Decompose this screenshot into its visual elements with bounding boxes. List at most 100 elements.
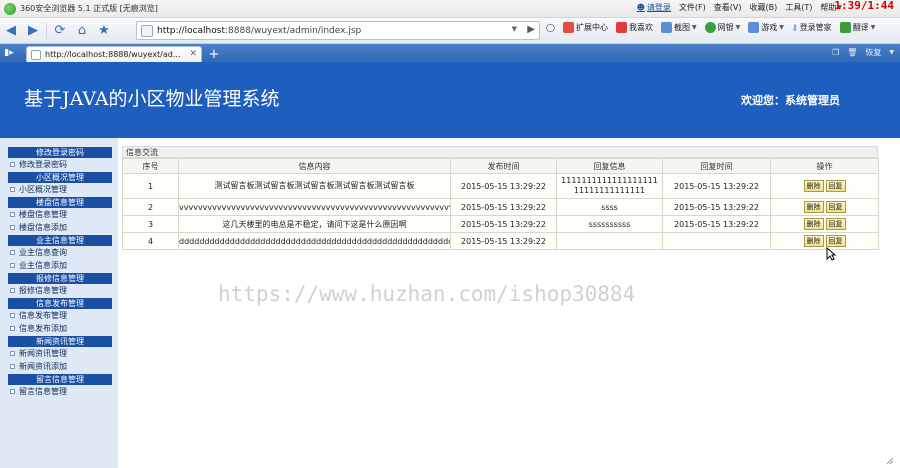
menu-file-label: 文件(F) <box>678 3 706 12</box>
address-text: http://localhost:8888/wuyext/admin/index… <box>157 26 361 36</box>
sidebar-group-title[interactable]: 新闻资讯管理 <box>8 336 112 347</box>
sidebar-item-buildings-manage[interactable]: 楼盘信息管理 <box>8 208 112 221</box>
cell-actions: 删除 回复 <box>770 173 879 199</box>
browser-menu: ☻ 请登录 文件(F) 查看(V) 收藏(B) 工具(T) 帮助 ▼ <box>637 2 842 13</box>
delete-button[interactable]: 删除 <box>803 235 824 247</box>
delete-button[interactable]: 删除 <box>803 201 824 213</box>
home-icon: ⌂ <box>77 23 87 38</box>
restore-label[interactable]: 恢复 <box>865 47 881 58</box>
chevron-down-icon[interactable]: ▼ <box>889 49 894 56</box>
translate-icon <box>839 22 851 33</box>
sidebar-item-label: 楼盘信息管理 <box>19 210 67 219</box>
screenshot-button[interactable]: 截图 ▼ <box>660 22 697 33</box>
menu-tools-label: 工具(T) <box>785 3 813 12</box>
sidebar-item-label: 报修信息管理 <box>19 286 67 295</box>
sidebar-item-notices-manage[interactable]: 信息发布管理 <box>8 309 112 322</box>
reply-button[interactable]: 回复 <box>825 180 846 192</box>
panel-title: 信息交流 <box>122 146 878 158</box>
reply-button[interactable]: 回复 <box>825 218 846 230</box>
sidebar-item-change-password[interactable]: 修改登录密码 <box>8 158 112 171</box>
menu-favorites[interactable]: 收藏(B) <box>750 2 778 13</box>
sidebar-item-notices-add[interactable]: 信息发布添加 <box>8 322 112 335</box>
restore-window-icon[interactable]: ❐ <box>832 48 839 57</box>
menu-view[interactable]: 查看(V) <box>714 2 742 13</box>
address-dropdown-icon[interactable]: ▼ <box>512 25 517 33</box>
page-icon <box>141 24 153 37</box>
sidebar-toggle-button[interactable]: ▮▸ <box>0 44 18 62</box>
cell-reply: ssssssssss <box>556 215 663 233</box>
sidebar-group-title[interactable]: 信息发布管理 <box>8 298 112 309</box>
scissors-icon <box>660 22 672 33</box>
heart-icon <box>615 22 627 33</box>
extensions-button[interactable]: 扩展中心 <box>562 22 608 33</box>
sidebar-group-title[interactable]: 留言信息管理 <box>8 374 112 385</box>
trash-icon[interactable]: 🗑 <box>847 48 857 57</box>
globe-icon <box>704 22 716 33</box>
address-bar[interactable]: http://localhost:8888/wuyext/admin/index… <box>136 21 540 40</box>
delete-button[interactable]: 删除 <box>803 218 824 230</box>
translate-button[interactable]: 翻译 ▼ <box>839 22 875 33</box>
web-page: 基于JAVA的小区物业管理系统 欢迎您：系统管理员 修改登录密码 修改登录密码 … <box>0 62 900 468</box>
cell-reply-time <box>662 232 771 250</box>
close-icon[interactable]: ✕ <box>189 49 197 59</box>
watermark-text: https://www.huzhan.com/ishop30884 <box>218 282 636 306</box>
sidebar-group-community: 小区概况管理 小区概况管理 <box>8 172 112 196</box>
games-label: 游戏 <box>761 23 778 32</box>
reply-button[interactable]: 回复 <box>825 201 846 213</box>
login-manager-button[interactable]: ⚷ 登录管家 <box>792 22 832 33</box>
sidebar-group-title[interactable]: 楼盘信息管理 <box>8 197 112 208</box>
sidebar-item-owners-query[interactable]: 业主信息查询 <box>8 246 112 259</box>
refresh-button[interactable]: ⟳ <box>49 21 71 41</box>
nav-divider <box>46 22 47 39</box>
forward-button[interactable]: ▶ <box>22 21 44 41</box>
sidebar-item-label: 业主信息查询 <box>19 248 67 257</box>
go-icon[interactable]: ▶ <box>527 24 535 35</box>
table-row: 1 测试留言板测试留言板测试留言板测试留言板测试留言板 2015-05-15 1… <box>122 173 879 199</box>
cell-reply-time: 2015-05-15 13:29:22 <box>662 173 771 199</box>
table-row: 2 vvvvvvvvvvvvvvvvvvvvvvvvvvvvvvvvvvvvvv… <box>122 198 879 216</box>
likes-button[interactable]: 我喜欢 <box>615 22 653 33</box>
screenshot-label: 截图 <box>673 23 690 32</box>
sidebar-item-messages-manage[interactable]: 留言信息管理 <box>8 385 112 398</box>
reply-button[interactable]: 回复 <box>825 235 846 247</box>
table-header-row: 序号 信息内容 发布时间 回复信息 回复时间 操作 <box>122 158 879 174</box>
plus-icon: + <box>208 46 220 62</box>
favorite-star-button[interactable]: ★ <box>93 21 115 41</box>
browser-titlebar: 360安全浏览器 5.1 正式版 [无痕浏览] ☻ 请登录 文件(F) 查看(V… <box>0 0 900 18</box>
tab-active[interactable]: http://localhost:8888/wuyext/ad... ✕ <box>26 46 202 62</box>
cell-actions: 删除 回复 <box>770 198 879 216</box>
sidebar-item-owners-add[interactable]: 业主信息添加 <box>8 259 112 272</box>
sidebar-item-news-add[interactable]: 新闻资讯添加 <box>8 360 112 373</box>
login-link[interactable]: ☻ 请登录 <box>637 2 671 13</box>
welcome-text: 欢迎您：系统管理员 <box>741 94 840 107</box>
sidebar-item-label: 新闻资讯管理 <box>19 349 67 358</box>
shield-button[interactable]: ◯ <box>546 23 555 32</box>
delete-button[interactable]: 删除 <box>803 180 824 192</box>
sidebar-group-title[interactable]: 修改登录密码 <box>8 147 112 158</box>
key-icon: ⚷ <box>791 23 798 32</box>
games-button[interactable]: 游戏 ▼ <box>748 22 784 33</box>
sidebar-item-repairs-manage[interactable]: 报修信息管理 <box>8 284 112 297</box>
messages-table: 序号 信息内容 发布时间 回复信息 回复时间 操作 1 测试留言板测试留言板测试… <box>122 158 879 250</box>
sidebar-item-buildings-add[interactable]: 楼盘信息添加 <box>8 221 112 234</box>
back-button[interactable]: ◀ <box>0 21 22 41</box>
tab-label: http://localhost:8888/wuyext/ad... <box>45 50 181 59</box>
resize-grip-icon[interactable] <box>884 455 894 465</box>
sidebar-group-title[interactable]: 报修信息管理 <box>8 273 112 284</box>
menu-tools[interactable]: 工具(T) <box>785 2 812 13</box>
menu-file[interactable]: 文件(F) <box>679 2 706 13</box>
sidebar-item-news-manage[interactable]: 新闻资讯管理 <box>8 347 112 360</box>
banking-button[interactable]: 网银 ▼ <box>704 22 740 33</box>
bullet-icon <box>10 313 15 318</box>
sidebar-group-owners: 业主信息管理 业主信息查询 业主信息添加 <box>8 235 112 272</box>
sidebar-group-title[interactable]: 小区概况管理 <box>8 172 112 183</box>
table-row: 4 dddddddddddddddddddddddddddddddddddddd… <box>122 232 879 250</box>
cell-no: 1 <box>122 173 179 199</box>
home-button[interactable]: ⌂ <box>71 21 93 41</box>
sidebar-group-notices: 信息发布管理 信息发布管理 信息发布添加 <box>8 298 112 335</box>
new-tab-button[interactable]: + <box>206 46 222 62</box>
sidebar-item-label: 信息发布管理 <box>19 311 67 320</box>
sidebar-item-community-overview[interactable]: 小区概况管理 <box>8 183 112 196</box>
sidebar-group-title[interactable]: 业主信息管理 <box>8 235 112 246</box>
banking-label: 网银 <box>717 23 734 32</box>
